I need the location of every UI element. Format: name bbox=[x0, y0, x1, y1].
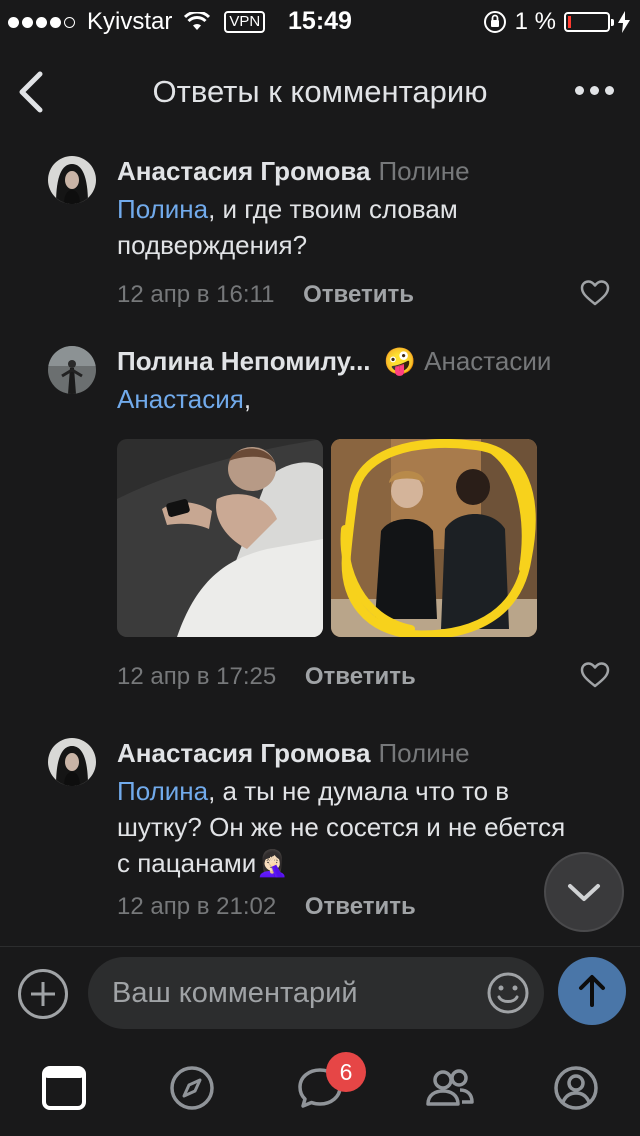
comment-input[interactable] bbox=[112, 957, 472, 1029]
photo-attachment[interactable] bbox=[117, 439, 323, 637]
reply-button[interactable]: Ответить bbox=[305, 893, 416, 921]
author-name[interactable]: Анастасия Громова bbox=[117, 156, 370, 186]
explore-icon[interactable] bbox=[168, 1064, 216, 1112]
reply-button[interactable]: Ответить bbox=[305, 663, 416, 691]
comment-text: Полина, а ты не думала что то в шутку? О… bbox=[117, 773, 567, 881]
mention-link[interactable]: Полина bbox=[117, 194, 208, 224]
messages-badge: 6 bbox=[326, 1052, 366, 1092]
avatar[interactable] bbox=[48, 738, 96, 786]
comment-meta: 12 апр в 21:02 Ответить bbox=[117, 893, 520, 921]
comment-input-wrapper bbox=[88, 957, 544, 1029]
rotation-lock-icon bbox=[483, 11, 506, 33]
comment-date: 12 апр в 16:11 bbox=[117, 281, 275, 308]
battery-percent: 1 % bbox=[514, 8, 556, 35]
more-icon[interactable] bbox=[575, 86, 614, 95]
tab-bar bbox=[0, 1040, 640, 1136]
scroll-down-button[interactable] bbox=[544, 852, 624, 932]
like-icon[interactable] bbox=[580, 279, 610, 307]
author-name[interactable]: Анастасия Громова bbox=[117, 738, 370, 768]
comment-body: Анастасия Громова Полине Полина, а ты не … bbox=[117, 738, 565, 921]
status-bar: Kyivstar VPN 15:49 1 % bbox=[0, 0, 640, 40]
avatar[interactable] bbox=[48, 346, 96, 394]
chevron-down-icon bbox=[568, 884, 600, 901]
comment-date: 12 апр в 17:25 bbox=[117, 663, 277, 690]
add-attachment-button[interactable] bbox=[18, 969, 68, 1019]
comment-date: 12 апр в 21:02 bbox=[117, 893, 277, 920]
comment-header: Анастасия Громова Полине bbox=[117, 738, 520, 769]
comment-body: Анастасия Громова Полине Полина, и где тв… bbox=[117, 156, 620, 309]
mention-link[interactable]: Анастасия bbox=[117, 384, 244, 414]
news-icon[interactable] bbox=[40, 1064, 88, 1112]
author-name[interactable]: Полина Непомилу... bbox=[117, 346, 371, 376]
header: Ответы к комментарию bbox=[0, 52, 640, 132]
friends-icon[interactable] bbox=[424, 1064, 476, 1112]
photo-attachment[interactable] bbox=[331, 439, 537, 637]
reply-to: Полине bbox=[378, 156, 470, 186]
send-button[interactable] bbox=[558, 957, 626, 1025]
comment-body: Полина Непомилу... 🤪 Анастасии Анастасия, bbox=[117, 346, 620, 691]
profile-icon[interactable] bbox=[552, 1064, 600, 1112]
author-emoji: 🤪 bbox=[383, 346, 417, 376]
charging-icon bbox=[618, 11, 630, 33]
comment-text-content: , bbox=[243, 384, 252, 414]
mention-link[interactable]: Полина bbox=[117, 776, 208, 806]
comment-text: Полина, и где твоим словам подверждения? bbox=[117, 191, 620, 263]
comment-header: Полина Непомилу... 🤪 Анастасии bbox=[117, 346, 620, 377]
reply-button[interactable]: Ответить bbox=[303, 281, 414, 309]
arrow-up-icon bbox=[579, 975, 605, 1007]
comment-text: Анастасия, bbox=[117, 381, 620, 417]
avatar[interactable] bbox=[48, 156, 96, 204]
comment-meta: 12 апр в 17:25 Ответить bbox=[117, 661, 620, 691]
reply-to: Анастасии bbox=[424, 346, 552, 376]
like-icon[interactable] bbox=[580, 661, 610, 689]
status-right: 1 % bbox=[483, 8, 630, 36]
battery-icon bbox=[564, 12, 614, 32]
comment-meta: 12 апр в 16:11 Ответить bbox=[117, 279, 620, 309]
comment-header: Анастасия Громова Полине bbox=[117, 156, 620, 187]
page-title: Ответы к комментарию bbox=[152, 74, 488, 109]
comment-composer bbox=[0, 946, 640, 1038]
reply-to: Полине bbox=[378, 738, 470, 768]
emoji-icon[interactable] bbox=[486, 971, 530, 1015]
photo-attachments bbox=[117, 439, 620, 637]
